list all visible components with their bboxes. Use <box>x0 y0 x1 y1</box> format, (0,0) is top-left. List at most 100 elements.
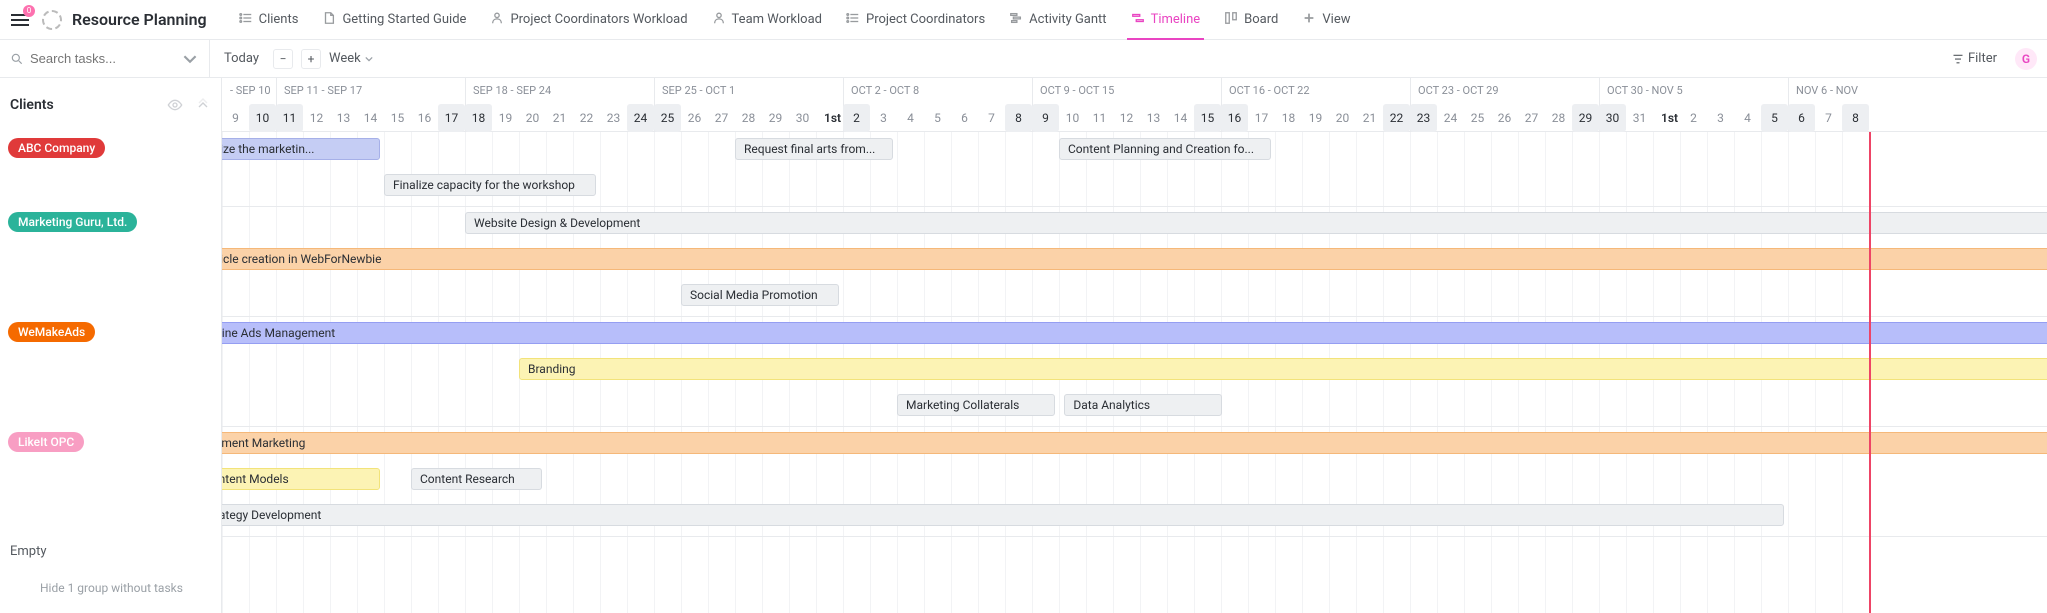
day-cell[interactable]: 7 <box>978 104 1005 132</box>
day-cell[interactable]: 12 <box>1113 104 1140 132</box>
day-cell[interactable]: 19 <box>1302 104 1329 132</box>
task-bar[interactable]: Content Models <box>222 468 380 490</box>
day-cell[interactable]: 17 <box>1248 104 1275 132</box>
search-input[interactable] <box>30 51 150 66</box>
day-cell[interactable]: 18 <box>1275 104 1302 132</box>
day-cell[interactable]: 20 <box>1329 104 1356 132</box>
day-cell[interactable]: 22 <box>1383 104 1410 132</box>
task-bar[interactable]: Marketing Collaterals <box>897 394 1055 416</box>
day-cell[interactable]: 8 <box>1005 104 1032 132</box>
day-cell[interactable]: 16 <box>1221 104 1248 132</box>
task-bar[interactable]: Branding <box>519 358 2047 380</box>
day-cell[interactable]: 5 <box>1761 104 1788 132</box>
day-cell[interactable]: 26 <box>1491 104 1518 132</box>
hide-groups-link[interactable]: Hide 1 group without tasks <box>0 567 221 595</box>
day-cell[interactable]: 30 <box>1599 104 1626 132</box>
task-bar[interactable]: nalize the marketin... <box>222 138 380 160</box>
day-cell[interactable]: 9 <box>222 104 249 132</box>
filter-button[interactable]: Filter <box>1952 51 1997 66</box>
day-cell[interactable]: 3 <box>1707 104 1734 132</box>
day-cell[interactable]: 9 <box>1032 104 1059 132</box>
day-cell[interactable]: 16 <box>411 104 438 132</box>
tab-activity-gantt[interactable]: Activity Gantt <box>997 0 1118 40</box>
chevron-down-icon[interactable] <box>183 52 197 66</box>
day-cell[interactable]: 29 <box>1572 104 1599 132</box>
empty-group[interactable]: Empty <box>0 536 221 567</box>
group-pill[interactable]: ABC Company <box>8 138 105 158</box>
day-cell[interactable]: 22 <box>573 104 600 132</box>
task-bar[interactable]: Content Research <box>411 468 542 490</box>
day-cell[interactable]: 15 <box>1194 104 1221 132</box>
day-cell[interactable]: 23 <box>1410 104 1437 132</box>
task-bar[interactable]: Request final arts from... <box>735 138 893 160</box>
task-bar[interactable]: Content Planning and Creation fo... <box>1059 138 1271 160</box>
day-cell[interactable]: 15 <box>384 104 411 132</box>
task-bar[interactable]: Online Ads Management <box>222 322 2047 344</box>
group-settings-button[interactable]: G <box>2015 48 2037 70</box>
day-cell[interactable]: 13 <box>1140 104 1167 132</box>
task-bar[interactable]: Website Design & Development <box>465 212 2047 234</box>
day-cell[interactable]: 11 <box>1086 104 1113 132</box>
day-cell[interactable]: 21 <box>546 104 573 132</box>
menu-button[interactable]: 0 <box>8 8 32 32</box>
day-cell[interactable]: 25 <box>654 104 681 132</box>
day-cell[interactable]: 4 <box>1734 104 1761 132</box>
day-cell[interactable]: 29 <box>762 104 789 132</box>
visibility-icon[interactable] <box>167 97 183 113</box>
zoom-in-button[interactable]: + <box>301 49 321 69</box>
day-cell[interactable]: 26 <box>681 104 708 132</box>
day-cell[interactable]: 19 <box>492 104 519 132</box>
day-cell[interactable]: 21 <box>1356 104 1383 132</box>
task-bar[interactable]: Social Media Promotion <box>681 284 839 306</box>
day-cell[interactable]: 17 <box>438 104 465 132</box>
task-bar[interactable]: Data Analytics <box>1064 394 1222 416</box>
group-pill[interactable]: WeMakeAds <box>8 322 95 342</box>
day-cell[interactable]: 11 <box>276 104 303 132</box>
tab-project-coordinators[interactable]: Project Coordinators <box>834 0 997 40</box>
task-bar[interactable]: Article creation in WebForNewbie <box>222 248 2047 270</box>
task-bar[interactable]: Strategy Development <box>222 504 1784 526</box>
day-cell[interactable]: 24 <box>1437 104 1464 132</box>
day-cell[interactable]: 4 <box>897 104 924 132</box>
day-cell[interactable]: 10 <box>1059 104 1086 132</box>
day-cell[interactable]: 23 <box>600 104 627 132</box>
tab-board[interactable]: Board <box>1212 0 1290 40</box>
day-cell[interactable]: 6 <box>951 104 978 132</box>
day-cell[interactable]: 25 <box>1464 104 1491 132</box>
day-cell[interactable]: 6 <box>1788 104 1815 132</box>
group-pill[interactable]: Marketing Guru, Ltd. <box>8 212 137 232</box>
group-pill[interactable]: LikeIt OPC <box>8 432 84 452</box>
task-bar[interactable]: Finalize capacity for the workshop <box>384 174 596 196</box>
day-cell[interactable]: 2 <box>843 104 870 132</box>
day-cell[interactable]: 18 <box>465 104 492 132</box>
zoom-out-button[interactable]: − <box>273 49 293 69</box>
day-cell[interactable]: 27 <box>1518 104 1545 132</box>
day-cell[interactable]: 2 <box>1680 104 1707 132</box>
day-cell[interactable]: 10 <box>249 104 276 132</box>
day-cell[interactable]: 13 <box>330 104 357 132</box>
tab-getting-started-guide[interactable]: Getting Started Guide <box>310 0 478 40</box>
day-cell[interactable]: 14 <box>357 104 384 132</box>
day-cell[interactable]: 24 <box>627 104 654 132</box>
tab-timeline[interactable]: Timeline <box>1119 0 1213 40</box>
tab-clients[interactable]: Clients <box>227 0 311 40</box>
day-cell[interactable]: 31 <box>1626 104 1653 132</box>
day-cell[interactable]: 7 <box>1815 104 1842 132</box>
day-cell[interactable]: 5 <box>924 104 951 132</box>
tab-view[interactable]: View <box>1290 0 1362 40</box>
today-button[interactable]: Today <box>218 51 265 66</box>
day-cell[interactable]: 3 <box>870 104 897 132</box>
day-cell[interactable]: 8 <box>1842 104 1869 132</box>
day-cell[interactable]: 30 <box>789 104 816 132</box>
day-cell[interactable]: 20 <box>519 104 546 132</box>
day-cell[interactable]: 14 <box>1167 104 1194 132</box>
task-bar[interactable]: Moment Marketing <box>222 432 2047 454</box>
zoom-select[interactable]: Week <box>329 51 373 66</box>
day-cell[interactable]: 28 <box>1545 104 1572 132</box>
tab-project-coordinators-workload[interactable]: Project Coordinators Workload <box>478 0 699 40</box>
collapse-icon[interactable] <box>195 97 211 113</box>
day-cell[interactable]: 27 <box>708 104 735 132</box>
day-cell[interactable]: 12 <box>303 104 330 132</box>
tab-team-workload[interactable]: Team Workload <box>700 0 834 40</box>
day-cell[interactable]: 28 <box>735 104 762 132</box>
